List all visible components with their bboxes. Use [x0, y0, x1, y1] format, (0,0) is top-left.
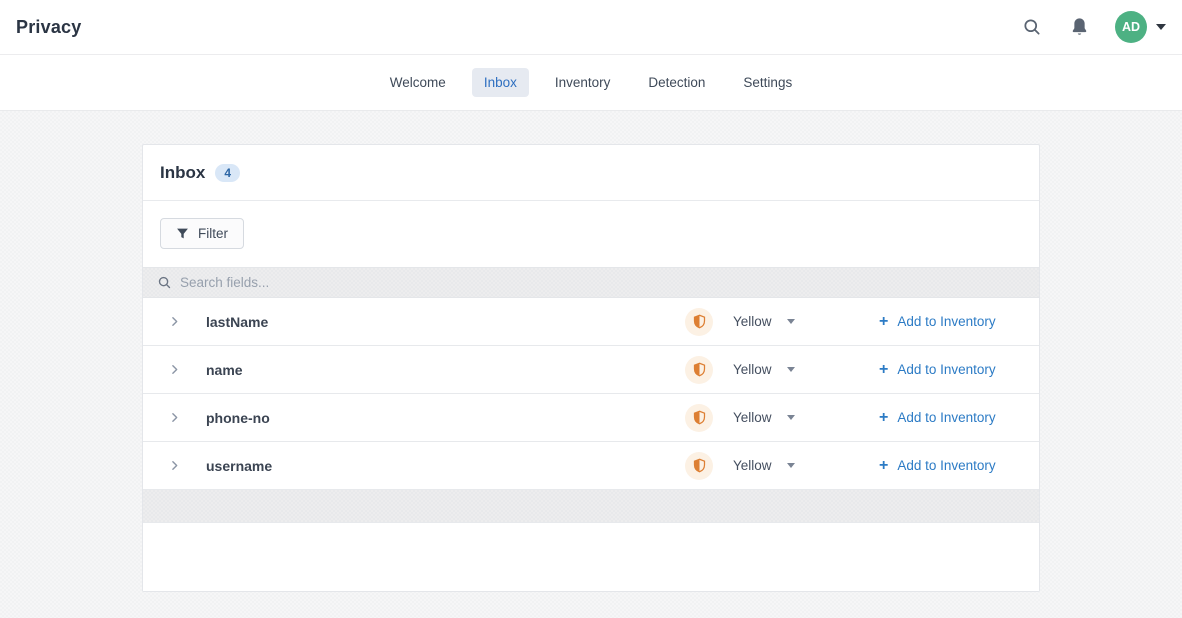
page-background: Inbox 4 Filter: [0, 111, 1182, 618]
add-to-inventory-button[interactable]: + Add to Inventory: [879, 458, 999, 474]
app-title: Privacy: [16, 17, 81, 38]
caret-down-icon: [787, 415, 795, 420]
add-to-inventory-button[interactable]: + Add to Inventory: [879, 410, 999, 426]
funnel-icon: [176, 227, 189, 240]
plus-icon: +: [879, 362, 888, 378]
plus-icon: +: [879, 458, 888, 474]
search-fields-input[interactable]: [180, 275, 1025, 290]
tab-inventory[interactable]: Inventory: [543, 68, 623, 97]
tab-inbox[interactable]: Inbox: [472, 68, 529, 97]
caret-down-icon: [787, 463, 795, 468]
search-strip: [143, 267, 1039, 298]
field-name: lastName: [206, 314, 685, 330]
field-row-username: username Yellow + Add to Inventory: [143, 442, 1039, 490]
top-bar: Privacy AD: [0, 0, 1182, 55]
classification-value: Yellow: [733, 362, 772, 377]
half-shield-icon: [685, 404, 713, 432]
classification-dropdown[interactable]: Yellow: [733, 410, 795, 425]
tab-welcome[interactable]: Welcome: [378, 68, 458, 97]
tab-detection[interactable]: Detection: [636, 68, 717, 97]
card-footer: [143, 523, 1039, 591]
avatar[interactable]: AD: [1115, 11, 1147, 43]
add-to-inventory-label: Add to Inventory: [897, 362, 995, 377]
notification-bell-icon[interactable]: [1068, 16, 1090, 38]
inbox-card-header: Inbox 4: [143, 145, 1039, 201]
classification-dropdown[interactable]: Yellow: [733, 362, 795, 377]
classification-value: Yellow: [733, 410, 772, 425]
add-to-inventory-button[interactable]: + Add to Inventory: [879, 314, 999, 330]
tab-settings[interactable]: Settings: [731, 68, 804, 97]
main-nav: Welcome Inbox Inventory Detection Settin…: [0, 55, 1182, 111]
chevron-right-icon[interactable]: [168, 315, 188, 328]
half-shield-icon: [685, 452, 713, 480]
inbox-title: Inbox: [160, 163, 205, 183]
search-icon: [157, 275, 172, 290]
filter-section: Filter: [143, 201, 1039, 267]
inbox-count-badge: 4: [215, 164, 240, 182]
plus-icon: +: [879, 314, 888, 330]
chevron-right-icon[interactable]: [168, 411, 188, 424]
add-to-inventory-label: Add to Inventory: [897, 458, 995, 473]
add-to-inventory-label: Add to Inventory: [897, 410, 995, 425]
list-end-strip: [143, 490, 1039, 523]
half-shield-icon: [685, 356, 713, 384]
field-row-lastname: lastName Yellow + Add to Inventory: [143, 298, 1039, 346]
user-menu[interactable]: AD: [1115, 11, 1166, 43]
classification-value: Yellow: [733, 314, 772, 329]
search-icon[interactable]: [1021, 16, 1043, 38]
plus-icon: +: [879, 410, 888, 426]
caret-down-icon: [787, 367, 795, 372]
page: Privacy AD Welcome Inbox Inve: [0, 0, 1182, 618]
chevron-down-icon: [1156, 24, 1166, 30]
inbox-card: Inbox 4 Filter: [142, 144, 1040, 592]
field-name: phone-no: [206, 410, 685, 426]
classification-value: Yellow: [733, 458, 772, 473]
field-name: username: [206, 458, 685, 474]
field-name: name: [206, 362, 685, 378]
classification-dropdown[interactable]: Yellow: [733, 458, 795, 473]
field-row-phone-no: phone-no Yellow + Add to Inventory: [143, 394, 1039, 442]
caret-down-icon: [787, 319, 795, 324]
half-shield-icon: [685, 308, 713, 336]
topbar-actions: AD: [1021, 11, 1166, 43]
chevron-right-icon[interactable]: [168, 459, 188, 472]
field-row-name: name Yellow + Add to Inventory: [143, 346, 1039, 394]
filter-button[interactable]: Filter: [160, 218, 244, 249]
classification-dropdown[interactable]: Yellow: [733, 314, 795, 329]
filter-button-label: Filter: [198, 226, 228, 241]
add-to-inventory-label: Add to Inventory: [897, 314, 995, 329]
chevron-right-icon[interactable]: [168, 363, 188, 376]
add-to-inventory-button[interactable]: + Add to Inventory: [879, 362, 999, 378]
